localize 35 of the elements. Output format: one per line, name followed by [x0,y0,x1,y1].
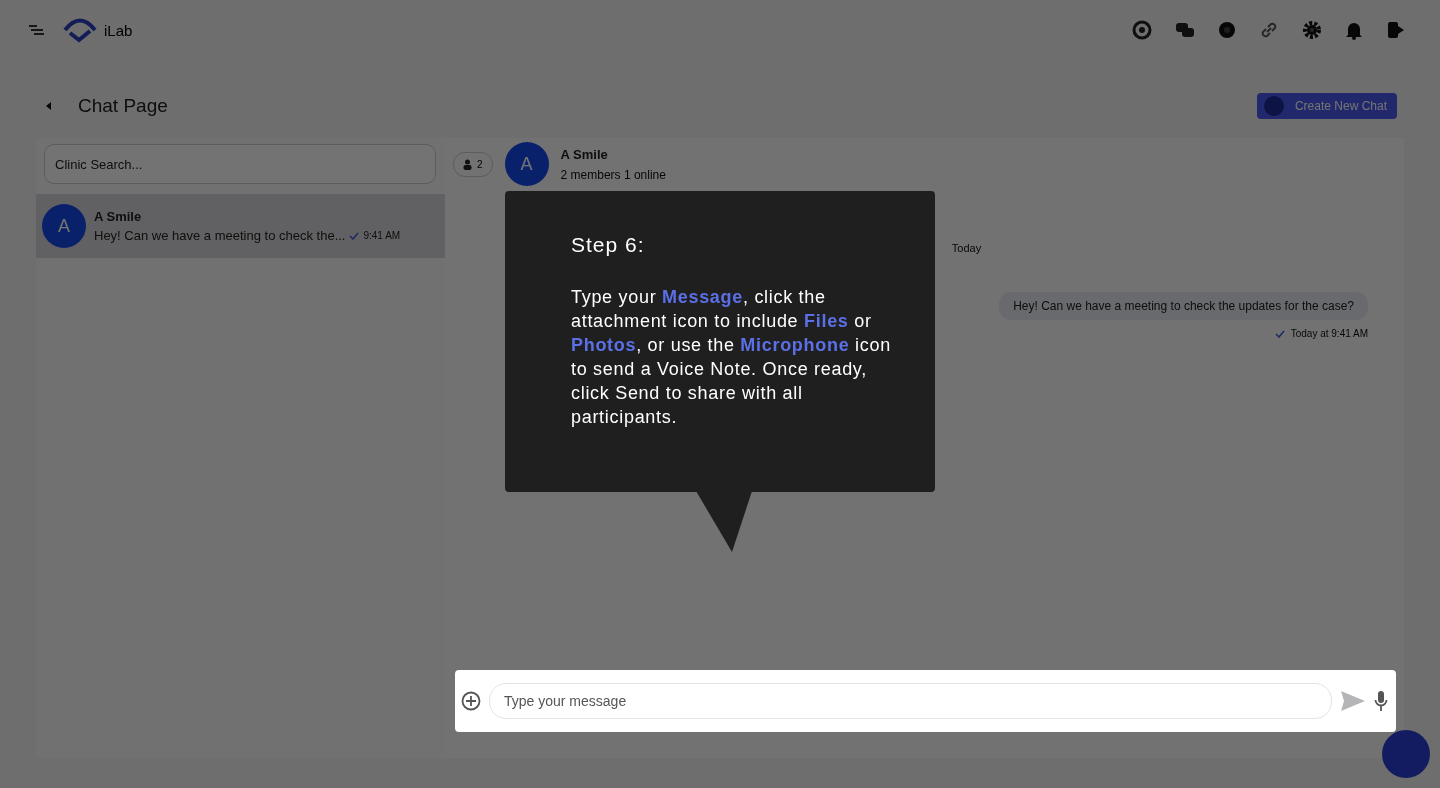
settings-icon[interactable] [1302,20,1322,40]
dot-circle-icon[interactable] [1218,21,1236,39]
message-time: 9:41 AM [363,230,401,241]
create-new-chat-button[interactable]: Create New Chat [1256,93,1397,119]
notification-bell-icon[interactable] [1345,20,1363,40]
tour-step-title: Step 6: [571,233,646,257]
sidebar-toggle-icon[interactable] [28,24,46,36]
avatar: A [42,204,86,248]
avatar: A [504,142,549,186]
message-bubble: Hey! Can we have a meeting to check the updates for the case? [999,292,1368,320]
chat-fab-button[interactable] [1382,730,1430,778]
chat-list-item[interactable]: A A Smile Hey! Can we have a meeting to check the... 9:41 AM [36,194,445,258]
add-attachment-icon[interactable] [461,691,481,711]
member-status: 2 members 1 online [560,167,666,182]
tour-description: Type your Message, click the attachment icon to include Files or Photos, or use the Microphone icon to send a Voice Note. Once ready, click Send to share with all participants. [571,286,892,429]
message-input-field[interactable]: Type your message [489,683,1332,719]
chat-name: A Smile [560,146,609,162]
page-title: Chat Page [78,95,168,117]
check-icon [349,231,360,240]
link-icon[interactable] [1259,20,1279,40]
chat-name: A Smile [94,209,143,224]
chat-bubbles-icon[interactable] [1175,21,1195,39]
message-preview: Hey! Can we have a meeting to check the... [94,228,346,243]
brand-name: iLab [104,21,133,39]
target-icon[interactable] [1132,20,1152,40]
person-icon [463,158,472,170]
logo-icon [62,17,98,43]
back-icon[interactable] [44,101,54,111]
logout-icon[interactable] [1386,20,1406,40]
message-time: Today at 9:41 AM [1290,328,1368,339]
clinic-search-field[interactable]: Clinic Search... [44,144,436,184]
microphone-icon[interactable] [1374,690,1388,712]
day-divider: Today [951,242,982,254]
members-button[interactable]: 2 [453,151,493,177]
check-icon [1274,329,1285,338]
